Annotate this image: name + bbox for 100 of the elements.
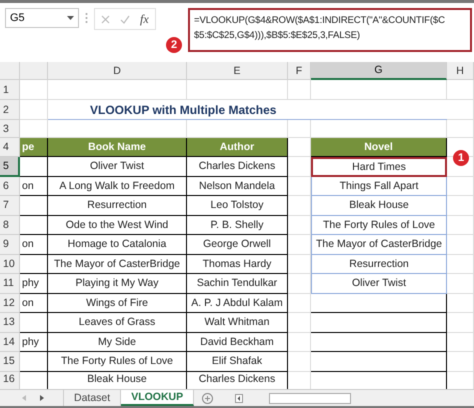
table-cell: Sachin Tendulkar (187, 274, 288, 294)
row-number[interactable]: 7 (0, 196, 20, 216)
sheet-tab[interactable]: VLOOKUP (121, 390, 194, 406)
empty-cell (288, 120, 311, 138)
callout-badge: 2 (166, 37, 182, 53)
insert-function-button[interactable]: fx (140, 12, 149, 26)
empty-cell (447, 254, 474, 274)
table-cell: Nelson Mandela (187, 176, 288, 196)
table-header: Book Name (48, 138, 187, 157)
cell-reference: G5 (10, 12, 25, 24)
empty-cell (447, 332, 474, 352)
select-all-corner[interactable] (0, 62, 20, 80)
scroll-right-icon[interactable] (40, 395, 44, 401)
table-cell: phy (20, 332, 48, 352)
table-cell: on (20, 176, 48, 196)
row-number[interactable]: 8 (0, 216, 20, 235)
empty-cell (288, 235, 311, 254)
column-header[interactable]: F (288, 62, 311, 80)
table-cell: Ode to the West Wind (48, 216, 187, 235)
result-cell[interactable]: The Mayor of CasterBridge (311, 235, 447, 254)
table-cell: A. P. J Abdul Kalam (187, 294, 288, 313)
empty-cell (288, 196, 311, 216)
table-cell: A Long Walk to Freedom (48, 176, 187, 196)
table-cell: David Beckham (187, 332, 288, 352)
empty-cell (447, 120, 474, 138)
table-cell: Thomas Hardy (187, 254, 288, 274)
table-cell: on (20, 235, 48, 254)
table-cell: Leo Tolstoy (187, 196, 288, 216)
sheet-title: VLOOKUP with Multiple Matches (48, 100, 447, 120)
table-cell: Oliver Twist (48, 157, 187, 176)
grip-icon (85, 12, 88, 24)
result-cell[interactable]: Things Fall Apart (311, 176, 447, 196)
row-number[interactable]: 3 (0, 120, 20, 138)
result-cell[interactable]: The Forty Rules of Love (311, 216, 447, 235)
dropdown-icon[interactable] (67, 16, 74, 20)
column-header[interactable] (20, 62, 48, 80)
row-number[interactable]: 1 (0, 80, 20, 100)
enter-icon[interactable] (120, 14, 130, 24)
row-number[interactable]: 6 (0, 176, 20, 196)
table-cell: The Mayor of CasterBridge (48, 254, 187, 274)
empty-cell (288, 80, 311, 100)
empty-cell (447, 100, 474, 120)
empty-cell (447, 196, 474, 216)
row-number[interactable]: 16 (0, 372, 20, 389)
table-cell: My Side (48, 332, 187, 352)
table-cell: Walt Whitman (187, 313, 288, 332)
scroll-left-icon[interactable] (235, 394, 244, 402)
empty-cell (447, 352, 474, 372)
result-cell[interactable]: Resurrection (311, 254, 447, 274)
table-header: pe (20, 138, 48, 157)
table-cell: George Orwell (187, 235, 288, 254)
row-number[interactable]: 12 (0, 294, 20, 313)
table-cell: Resurrection (48, 196, 187, 216)
row-number[interactable]: 15 (0, 352, 20, 372)
row-number[interactable]: 5 (0, 157, 20, 176)
row-number[interactable]: 2 (0, 100, 20, 120)
result-cell[interactable]: Bleak House (311, 196, 447, 216)
empty-cell (288, 332, 311, 352)
name-box[interactable]: G5 (5, 8, 79, 28)
empty-cell (447, 294, 474, 313)
row-number[interactable]: 13 (0, 313, 20, 332)
row-number[interactable]: 10 (0, 254, 20, 274)
empty-cell (447, 216, 474, 235)
column-header[interactable]: G (311, 62, 447, 80)
row-number[interactable]: 14 (0, 332, 20, 352)
add-sheet-icon[interactable] (202, 392, 214, 404)
row-number[interactable]: 9 (0, 235, 20, 254)
empty-cell (447, 313, 474, 332)
empty-cell (288, 274, 311, 294)
column-header[interactable]: H (447, 62, 474, 80)
table-cell: phy (20, 274, 48, 294)
table-header: Novel (311, 138, 447, 157)
empty-cell (288, 313, 311, 332)
table-header: Author (187, 138, 288, 157)
table-cell: Homage to Catalonia (48, 235, 187, 254)
empty-cell (447, 176, 474, 196)
empty-cell (288, 157, 311, 176)
horizontal-scrollbar[interactable] (269, 392, 352, 404)
column-header[interactable]: D (48, 62, 187, 80)
table-cell: Charles Dickens (187, 157, 288, 176)
table-cell: The Forty Rules of Love (48, 352, 187, 372)
empty-cell (447, 274, 474, 294)
empty-cell (288, 352, 311, 372)
empty-cell (288, 216, 311, 235)
callout-badge: 1 (453, 150, 469, 166)
column-header[interactable]: E (187, 62, 288, 80)
table-cell: on (20, 294, 48, 313)
row-number[interactable]: 4 (0, 138, 20, 157)
table-cell: Wings of Fire (48, 294, 187, 313)
cancel-icon[interactable] (101, 14, 110, 24)
empty-cell (447, 80, 474, 100)
table-cell: Elif Shafak (187, 352, 288, 372)
empty-cell (288, 294, 311, 313)
row-number[interactable]: 11 (0, 274, 20, 294)
empty-cell (288, 254, 311, 274)
result-cell[interactable]: Hard Times (311, 157, 447, 176)
empty-cell (288, 176, 311, 196)
table-cell: Playing it My Way (48, 274, 187, 294)
result-cell[interactable]: Oliver Twist (311, 274, 447, 294)
formula-field[interactable]: =VLOOKUP(G$4&ROW($A$1:INDIRECT("A"&COUNTIF($C$5:$C$25,G$4))),$B$5:$E$25,3,FALSE) (188, 8, 472, 52)
